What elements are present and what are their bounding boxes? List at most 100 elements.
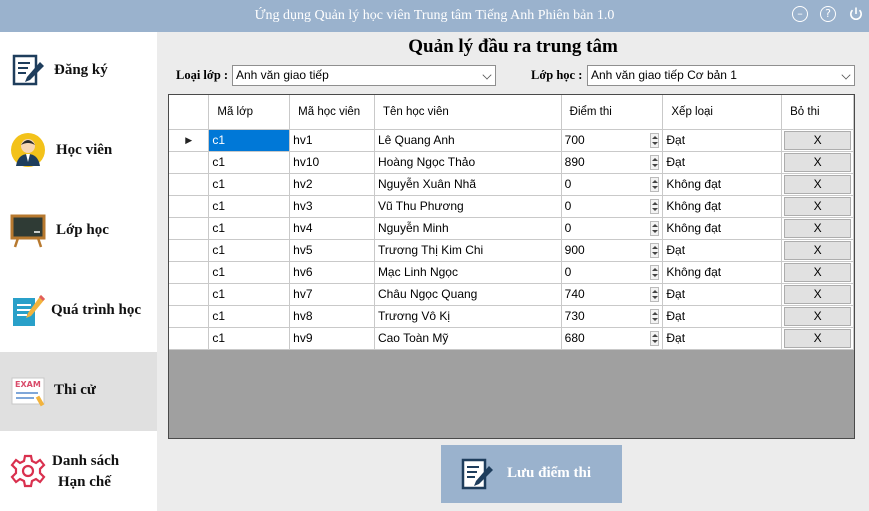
sidebar-item-progress[interactable]: Quá trình học	[0, 272, 157, 352]
cell-student-name[interactable]: Cao Toàn Mỹ	[374, 327, 562, 350]
column-header-score[interactable]: Điểm thi	[561, 95, 664, 130]
sidebar-item-register[interactable]: Đăng ký	[0, 32, 157, 112]
power-icon[interactable]	[848, 6, 864, 22]
sidebar-item-restricted-list[interactable]: Danh sách Hạn chế	[0, 431, 157, 511]
cell-score[interactable]: 0	[561, 195, 664, 218]
cell-class-id[interactable]: c1	[208, 129, 291, 152]
sidebar-item-students[interactable]: Học viên	[0, 112, 157, 192]
cell-grade[interactable]: Không đạt	[662, 195, 783, 218]
cell-student-id[interactable]: hv4	[289, 217, 375, 240]
remove-exam-button[interactable]: X	[784, 218, 852, 238]
cell-grade[interactable]: Đạt	[662, 305, 783, 328]
cell-class-id[interactable]: c1	[208, 283, 291, 306]
cell-score[interactable]: 0	[561, 261, 664, 284]
cell-student-name[interactable]: Hoàng Ngọc Thảo	[374, 151, 562, 174]
table-row[interactable]: c1 hv8 Trương Vô Kị 730 Đạt X	[169, 305, 854, 328]
remove-exam-button[interactable]: X	[784, 130, 852, 150]
class-type-select[interactable]: Anh văn giao tiếp	[232, 65, 496, 86]
cell-student-id[interactable]: hv6	[289, 261, 375, 284]
row-header[interactable]	[169, 261, 210, 284]
remove-exam-button[interactable]: X	[784, 240, 852, 260]
column-header-student-name[interactable]: Tên học viên	[374, 95, 562, 130]
row-header[interactable]	[169, 195, 210, 218]
score-stepper[interactable]	[650, 198, 660, 214]
score-stepper[interactable]	[650, 242, 660, 258]
score-stepper[interactable]	[650, 308, 660, 324]
remove-exam-button[interactable]: X	[784, 306, 852, 326]
cell-score[interactable]: 900	[561, 239, 664, 262]
score-stepper[interactable]	[650, 132, 660, 148]
cell-student-name[interactable]: Mạc Linh Ngọc	[374, 261, 562, 284]
cell-score[interactable]: 740	[561, 283, 664, 306]
cell-grade[interactable]: Đạt	[662, 129, 783, 152]
cell-grade[interactable]: Đạt	[662, 151, 783, 174]
table-row[interactable]: c1 hv7 Châu Ngọc Quang 740 Đạt X	[169, 283, 854, 306]
cell-score[interactable]: 680	[561, 327, 664, 350]
cell-score[interactable]: 730	[561, 305, 664, 328]
table-row[interactable]: c1 hv6 Mạc Linh Ngọc 0 Không đạt X	[169, 261, 854, 284]
row-header[interactable]	[169, 305, 210, 328]
cell-student-id[interactable]: hv1	[289, 129, 375, 152]
table-row[interactable]: c1 hv2 Nguyễn Xuân Nhã 0 Không đạt X	[169, 173, 854, 196]
table-row[interactable]: ▶ c1 hv1 Lê Quang Anh 700 Đạt X	[169, 129, 854, 152]
cell-student-id[interactable]: hv8	[289, 305, 375, 328]
remove-exam-button[interactable]: X	[784, 152, 852, 172]
cell-student-name[interactable]: Lê Quang Anh	[374, 129, 562, 152]
cell-class-id[interactable]: c1	[208, 327, 291, 350]
remove-exam-button[interactable]: X	[784, 174, 852, 194]
row-header[interactable]: ▶	[169, 129, 210, 152]
cell-student-name[interactable]: Châu Ngọc Quang	[374, 283, 562, 306]
cell-student-name[interactable]: Trương Vô Kị	[374, 305, 562, 328]
remove-exam-button[interactable]: X	[784, 196, 852, 216]
help-icon[interactable]: ?	[820, 6, 836, 22]
cell-class-id[interactable]: c1	[208, 173, 291, 196]
cell-student-id[interactable]: hv9	[289, 327, 375, 350]
cell-student-id[interactable]: hv3	[289, 195, 375, 218]
table-row[interactable]: c1 hv5 Trương Thị Kim Chi 900 Đạt X	[169, 239, 854, 262]
cell-score[interactable]: 0	[561, 217, 664, 240]
row-header[interactable]	[169, 173, 210, 196]
row-header[interactable]	[169, 151, 210, 174]
column-header-class-id[interactable]: Mã lớp	[208, 95, 291, 130]
column-header-student-id[interactable]: Mã học viên	[289, 95, 375, 130]
score-stepper[interactable]	[650, 220, 660, 236]
cell-class-id[interactable]: c1	[208, 195, 291, 218]
cell-grade[interactable]: Không đạt	[662, 261, 783, 284]
cell-score[interactable]: 0	[561, 173, 664, 196]
row-header[interactable]	[169, 283, 210, 306]
cell-student-name[interactable]: Trương Thị Kim Chi	[374, 239, 562, 262]
cell-grade[interactable]: Đạt	[662, 283, 783, 306]
cell-student-name[interactable]: Nguyễn Xuân Nhã	[374, 173, 562, 196]
remove-exam-button[interactable]: X	[784, 262, 852, 282]
cell-grade[interactable]: Không đạt	[662, 173, 783, 196]
remove-exam-button[interactable]: X	[784, 284, 852, 304]
column-header-grade[interactable]: Xếp loại	[662, 95, 783, 130]
cell-class-id[interactable]: c1	[208, 305, 291, 328]
cell-student-name[interactable]: Nguyễn Minh	[374, 217, 562, 240]
save-scores-button[interactable]: Lưu điểm thi	[441, 445, 622, 503]
table-row[interactable]: c1 hv10 Hoàng Ngọc Thảo 890 Đạt X	[169, 151, 854, 174]
remove-exam-button[interactable]: X	[784, 328, 852, 348]
sidebar-item-classes[interactable]: Lớp học	[0, 192, 157, 272]
sidebar-item-exams[interactable]: EXAM Thi cử	[0, 352, 157, 432]
cell-grade[interactable]: Đạt	[662, 239, 783, 262]
class-select[interactable]: Anh văn giao tiếp Cơ bản 1	[587, 65, 855, 86]
cell-student-id[interactable]: hv5	[289, 239, 375, 262]
cell-student-id[interactable]: hv2	[289, 173, 375, 196]
score-stepper[interactable]	[650, 154, 660, 170]
minimize-icon[interactable]: –	[792, 6, 808, 22]
cell-class-id[interactable]: c1	[208, 151, 291, 174]
table-row[interactable]: c1 hv9 Cao Toàn Mỹ 680 Đạt X	[169, 327, 854, 350]
cell-class-id[interactable]: c1	[208, 261, 291, 284]
exam-results-grid[interactable]: Mã lớp Mã học viên Tên học viên Điểm thi…	[168, 94, 855, 439]
row-header[interactable]	[169, 217, 210, 240]
cell-student-id[interactable]: hv7	[289, 283, 375, 306]
column-header-remove[interactable]: Bỏ thi	[781, 95, 854, 130]
cell-score[interactable]: 890	[561, 151, 664, 174]
row-header[interactable]	[169, 327, 210, 350]
score-stepper[interactable]	[650, 330, 660, 346]
score-stepper[interactable]	[650, 176, 660, 192]
cell-class-id[interactable]: c1	[208, 217, 291, 240]
row-header[interactable]	[169, 239, 210, 262]
table-row[interactable]: c1 hv3 Vũ Thu Phương 0 Không đạt X	[169, 195, 854, 218]
